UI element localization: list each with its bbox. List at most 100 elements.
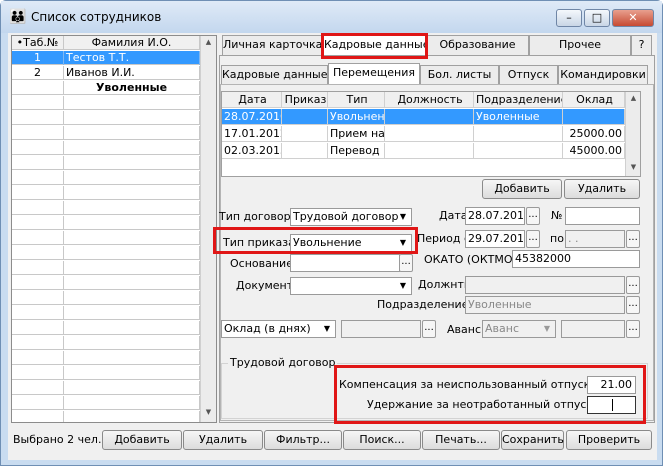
tab-hr-data[interactable]: Кадровые данные xyxy=(323,35,429,55)
close-button[interactable]: ✕ xyxy=(612,9,654,27)
subtab-moves[interactable]: Перемещения xyxy=(328,63,420,85)
empty-cell xyxy=(64,321,200,335)
subtab-hr-data[interactable]: Кадровые данные xyxy=(221,65,328,85)
empty-cell xyxy=(12,291,64,305)
scroll-down-icon[interactable]: ▼ xyxy=(201,408,216,416)
employee-name: Тестов Т.Т. xyxy=(64,51,200,65)
delete-move-button[interactable]: Удалить xyxy=(564,179,640,199)
col-date[interactable]: Дата xyxy=(222,92,282,108)
empty-cell xyxy=(12,156,64,170)
advance-select-button[interactable]: ... xyxy=(626,320,640,338)
chevron-down-icon[interactable]: ▼ xyxy=(395,209,411,225)
scroll-up-icon[interactable]: ▲ xyxy=(626,94,640,102)
compensation-label: Компенсация за неиспользованный отпуск(д… xyxy=(339,378,614,391)
empty-row xyxy=(12,126,200,140)
moves-grid[interactable]: Дата Приказ Тип Должность Подразделение … xyxy=(221,91,641,177)
okato-input[interactable]: 45382000 xyxy=(512,250,640,268)
period-to-picker-button[interactable]: ... xyxy=(626,230,640,248)
employee-grid[interactable]: •Таб.№ Фамилия И.О. 1 Тестов Т.Т. 2 Иван… xyxy=(11,35,217,423)
empty-row xyxy=(12,261,200,275)
move-department xyxy=(474,143,563,159)
chevron-down-icon[interactable]: ▼ xyxy=(395,278,411,294)
period-to-input[interactable]: . . xyxy=(565,230,625,248)
empty-cell xyxy=(12,336,64,350)
moves-grid-scrollbar[interactable]: ▲ ▼ xyxy=(625,92,640,176)
compensation-input[interactable]: 21.00 xyxy=(587,376,636,394)
col-department[interactable]: Подразделение xyxy=(474,92,563,108)
tab-education[interactable]: Образование xyxy=(426,35,529,55)
empty-cell xyxy=(12,216,64,230)
position-input[interactable] xyxy=(465,276,625,294)
delete-employee-button[interactable]: Удалить xyxy=(183,430,263,450)
order-type-label: Тип приказа xyxy=(223,236,295,249)
empty-cell xyxy=(64,111,200,125)
empty-cell xyxy=(12,261,64,275)
period-from-picker-button[interactable]: ... xyxy=(526,230,540,248)
move-row[interactable]: 28.07.2016 Увольнени Уволенные xyxy=(222,109,625,125)
order-type-value: Увольнение xyxy=(293,236,362,249)
col-order[interactable]: Приказ xyxy=(282,92,328,108)
advance-type-select[interactable]: Аванс ▼ xyxy=(482,320,556,338)
chevron-down-icon[interactable]: ▼ xyxy=(395,235,411,251)
subtab-vacation[interactable]: Отпуск xyxy=(499,65,558,85)
tab-help[interactable]: ? xyxy=(631,35,652,55)
add-move-button[interactable]: Добавить xyxy=(482,179,562,199)
check-button[interactable]: Проверить xyxy=(566,430,652,450)
salary-input[interactable] xyxy=(341,320,421,338)
empty-cell xyxy=(12,381,64,395)
withholding-input[interactable] xyxy=(587,396,636,414)
period-from-input[interactable]: 29.07.2016 xyxy=(465,230,525,248)
move-department xyxy=(474,126,563,142)
col-position[interactable]: Должность xyxy=(385,92,474,108)
col-type[interactable]: Тип xyxy=(328,92,385,108)
search-button[interactable]: Поиск... xyxy=(343,430,421,450)
contract-type-select[interactable]: Трудовой договор ▼ xyxy=(290,208,412,226)
minimize-button[interactable]: – xyxy=(556,9,582,27)
maximize-button[interactable]: □ xyxy=(584,9,610,27)
date-input[interactable]: 28.07.2016 xyxy=(465,207,525,225)
add-employee-button[interactable]: Добавить xyxy=(102,430,182,450)
move-row[interactable]: 02.03.2015 Перевод 45000.00 xyxy=(222,143,625,159)
employee-row[interactable]: 2 Иванов И.И. xyxy=(12,66,200,80)
salary-type-select[interactable]: Оклад (в днях) ▼ xyxy=(221,320,336,338)
date-picker-button[interactable]: ... xyxy=(526,207,540,225)
advance-type-value: Аванс xyxy=(485,322,519,335)
col-full-name[interactable]: Фамилия И.О. xyxy=(64,36,200,50)
empty-cell xyxy=(12,111,64,125)
chevron-down-icon[interactable]: ▼ xyxy=(539,321,555,337)
tab-other[interactable]: Прочее xyxy=(529,35,631,55)
chevron-down-icon[interactable]: ▼ xyxy=(319,321,335,337)
filter-button[interactable]: Фильтр... xyxy=(264,430,342,450)
document-select[interactable]: ▼ xyxy=(290,277,412,295)
salary-select-button[interactable]: ... xyxy=(422,320,436,338)
print-button[interactable]: Печать... xyxy=(422,430,500,450)
col-salary[interactable]: Оклад xyxy=(563,92,625,108)
subtab-business-trips[interactable]: Командировки xyxy=(558,65,648,85)
number-input[interactable] xyxy=(565,207,640,225)
department-input[interactable]: Уволенные xyxy=(465,296,625,314)
advance-input[interactable] xyxy=(561,320,625,338)
position-select-button[interactable]: ... xyxy=(626,276,640,294)
order-type-select[interactable]: Увольнение ▼ xyxy=(290,234,412,252)
empty-cell xyxy=(12,231,64,245)
empty-row xyxy=(12,396,200,410)
department-select-button[interactable]: ... xyxy=(626,296,640,314)
empty-row xyxy=(12,171,200,185)
save-button[interactable]: Сохранить xyxy=(501,430,564,450)
empty-cell xyxy=(12,366,64,380)
employee-row[interactable]: 1 Тестов Т.Т. xyxy=(12,51,200,65)
basis-select-button[interactable]: ... xyxy=(399,254,413,272)
scroll-down-icon[interactable]: ▼ xyxy=(626,163,640,171)
basis-input[interactable] xyxy=(290,254,400,272)
col-tab-number[interactable]: •Таб.№ xyxy=(12,36,64,50)
tab-personal-card[interactable]: Личная карточка xyxy=(222,35,323,55)
position-label: Должнть xyxy=(418,278,471,291)
text-cursor xyxy=(612,399,613,411)
empty-cell xyxy=(64,396,200,410)
subtab-sick-leaves[interactable]: Бол. листы xyxy=(420,65,499,85)
empty-cell xyxy=(64,171,200,185)
scroll-up-icon[interactable]: ▲ xyxy=(201,38,216,46)
group-row-dismissed[interactable]: Уволенные xyxy=(12,81,200,95)
employee-grid-scrollbar[interactable]: ▲ ▼ xyxy=(200,36,216,422)
move-row[interactable]: 17.01.2012 Прием на 25000.00 xyxy=(222,126,625,142)
